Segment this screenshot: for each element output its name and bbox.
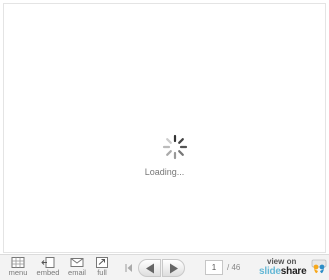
menu-icon: [11, 257, 25, 268]
loading-text: Loading...: [144, 167, 185, 177]
prev-arrow-icon: [146, 263, 154, 274]
view-on-slideshare-link[interactable]: view on slideshare: [259, 257, 327, 279]
slide-stage: Loading...: [3, 3, 326, 253]
next-slide-button[interactable]: [162, 259, 185, 277]
fullscreen-icon: [96, 257, 108, 268]
fullscreen-button[interactable]: full: [88, 257, 116, 279]
previous-slide-button[interactable]: [138, 259, 161, 277]
page-number-input[interactable]: 1: [205, 260, 223, 275]
slideshare-wordmark: slideshare: [259, 266, 307, 277]
first-slide-icon[interactable]: [124, 262, 134, 274]
email-button[interactable]: email: [63, 257, 91, 279]
menu-button[interactable]: menu: [4, 257, 32, 279]
email-label: email: [68, 268, 86, 277]
next-arrow-icon: [170, 263, 178, 274]
embed-label: embed: [36, 268, 60, 277]
email-icon: [70, 258, 84, 267]
slideshow-player: Loading... menu embed email full 1 / 46 …: [0, 0, 329, 280]
page-total: / 46: [227, 263, 241, 272]
slideshare-logo-icon: [311, 259, 327, 274]
view-on-label: view on: [267, 257, 297, 266]
embed-button[interactable]: embed: [34, 257, 62, 279]
embed-icon: [41, 257, 55, 268]
loading-spinner-icon: [162, 134, 188, 160]
menu-label: menu: [8, 268, 28, 277]
full-label: full: [97, 268, 107, 277]
player-toolbar: menu embed email full 1 / 46 view on sli…: [0, 254, 329, 280]
